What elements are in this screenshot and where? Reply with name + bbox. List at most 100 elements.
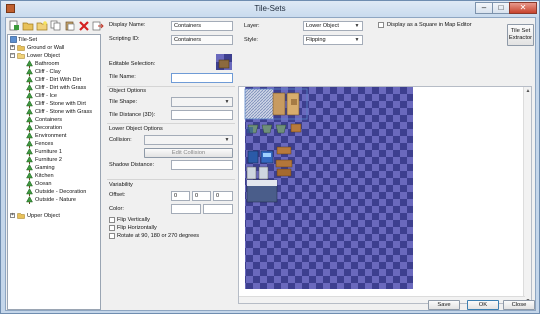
- tile-distance-label: Tile Distance (3D):: [109, 112, 156, 118]
- ok-button[interactable]: OK: [467, 300, 499, 310]
- folder-icon: [17, 213, 25, 219]
- tree-node-icon: [26, 140, 33, 148]
- expand-toggle[interactable]: +: [10, 45, 15, 50]
- page-plus-icon: [9, 20, 19, 31]
- rotate-label: Rotate at 90, 180 or 270 degrees: [117, 233, 200, 239]
- tree-item-label: Ground or Wall: [27, 45, 65, 51]
- canvas-vertical-scrollbar[interactable]: ▲ ▼: [523, 87, 531, 303]
- add-tile-set-button[interactable]: [8, 20, 20, 31]
- tile-canvas[interactable]: ▲ ▼: [238, 86, 532, 304]
- open-folder-button[interactable]: [22, 20, 34, 31]
- tree-item-label: Furniture 1: [35, 149, 63, 155]
- tile-set-tree[interactable]: Tile-Set + Ground or Wall − Lower Object…: [7, 34, 101, 310]
- close-button[interactable]: Close: [503, 300, 535, 310]
- new-folder-button[interactable]: [36, 20, 48, 31]
- tree-item-label: Environment: [35, 133, 67, 139]
- tree-item-label: Lower Object: [27, 53, 60, 59]
- selection-preview-icon: [216, 54, 232, 70]
- offset-x-field[interactable]: 0: [171, 191, 190, 201]
- tree-item-label: Ocean: [35, 181, 52, 187]
- editable-selection-label: Editable Selection:: [109, 61, 156, 67]
- tile-shape-select[interactable]: ▼: [171, 97, 233, 107]
- chevron-down-icon: ▼: [354, 37, 360, 43]
- minimize-button[interactable]: –: [475, 2, 493, 14]
- shadow-distance-field[interactable]: [171, 160, 233, 170]
- display-square-label: Display as a Square in Map Editor: [387, 22, 472, 28]
- flip-horizontally-label: Flip Horizontally: [117, 225, 157, 231]
- tile-distance-field[interactable]: [171, 110, 233, 120]
- tree-item-label: Containers: [35, 117, 63, 123]
- tree-item-label: Gaming: [35, 165, 55, 171]
- tree-node-icon: [26, 92, 33, 100]
- tree-item-label: Bathroom: [35, 61, 60, 67]
- tree-item-label: Cliff - Stone with Dirt: [35, 101, 86, 107]
- tree-node-icon: [26, 180, 33, 188]
- save-button[interactable]: Save: [428, 300, 460, 310]
- tile-name-field[interactable]: [171, 73, 233, 83]
- chevron-down-icon: ▼: [224, 137, 230, 143]
- folder-icon: [22, 22, 34, 31]
- display-name-field[interactable]: Containers: [171, 21, 233, 31]
- export-button[interactable]: [92, 20, 104, 31]
- divider: [107, 123, 235, 124]
- tree-item-label: Cliff - Dirt with Grass: [35, 85, 87, 91]
- tree-item-label: Furniture 2: [35, 157, 63, 163]
- edit-collision-button[interactable]: Edit Collision: [144, 148, 233, 158]
- display-square-checkbox[interactable]: [378, 22, 384, 28]
- delete-x-icon: [79, 21, 89, 31]
- paste-icon: [65, 21, 75, 31]
- folder-open-icon: [17, 53, 25, 59]
- scripting-id-field[interactable]: Containers: [171, 35, 233, 45]
- flip-horizontally-checkbox[interactable]: [109, 225, 115, 231]
- delete-button[interactable]: [78, 20, 90, 31]
- tree-node-icon: [26, 148, 33, 156]
- tree-item-label: Upper Object: [27, 213, 60, 219]
- style-label: Style:: [244, 37, 258, 43]
- tree-node-icon: [26, 156, 33, 164]
- offset-y-field[interactable]: 0: [192, 191, 211, 201]
- object-options-header: Object Options: [109, 88, 146, 94]
- tileset-root-icon: [10, 36, 17, 43]
- rotate-checkbox[interactable]: [109, 233, 115, 239]
- collision-select[interactable]: ▼: [144, 135, 233, 145]
- scroll-up-icon[interactable]: ▲: [525, 88, 531, 94]
- tree-item-label: Cliff - Ice: [35, 93, 57, 99]
- tree-node-icon: [26, 76, 33, 84]
- tree-node-icon: [26, 196, 33, 204]
- color-field-2[interactable]: [203, 204, 233, 214]
- tile-selection-highlight: [245, 89, 273, 119]
- tree-item-label: Cliff - Dirt With Dirt: [35, 77, 82, 83]
- copy-icon: [50, 20, 61, 31]
- tree-item-label: Decoration: [35, 125, 63, 131]
- color-field-1[interactable]: [171, 204, 201, 214]
- title-bar[interactable]: Tile-Sets – □ ✕: [1, 1, 539, 17]
- crate-tile: [272, 92, 286, 116]
- tileset-image[interactable]: [239, 87, 525, 298]
- tile-set-extractor-button[interactable]: Tile Set Extractor: [507, 24, 534, 46]
- style-select[interactable]: Flipping ▼: [303, 35, 363, 45]
- copy-button[interactable]: [50, 20, 62, 31]
- maximize-button[interactable]: □: [492, 2, 510, 14]
- collapse-toggle[interactable]: −: [10, 53, 15, 58]
- flip-vertically-checkbox[interactable]: [109, 217, 115, 223]
- tree-item-label: Kitchen: [35, 173, 54, 179]
- tree-node-icon: [26, 172, 33, 180]
- color-label: Color:: [109, 206, 124, 212]
- chevron-down-icon: ▼: [354, 23, 360, 29]
- paste-button[interactable]: [64, 20, 76, 31]
- folder-icon: [17, 45, 25, 51]
- expand-toggle[interactable]: +: [10, 213, 15, 218]
- offset-z-field[interactable]: 0: [213, 191, 233, 201]
- tree-node-icon: [26, 100, 33, 108]
- tile-shape-label: Tile Shape:: [109, 99, 138, 105]
- tree-node-icon: [26, 132, 33, 140]
- folder-new-icon: [36, 21, 48, 31]
- tree-node-icon: [26, 84, 33, 92]
- layer-select[interactable]: Lower Object ▼: [303, 21, 363, 31]
- variability-header: Variability: [109, 182, 133, 188]
- layer-label: Layer:: [244, 23, 260, 29]
- close-window-button[interactable]: ✕: [509, 2, 537, 14]
- flip-vertically-label: Flip Vertically: [117, 217, 150, 223]
- tree-item-label: Fences: [35, 141, 54, 147]
- tree-node-icon: [26, 164, 33, 172]
